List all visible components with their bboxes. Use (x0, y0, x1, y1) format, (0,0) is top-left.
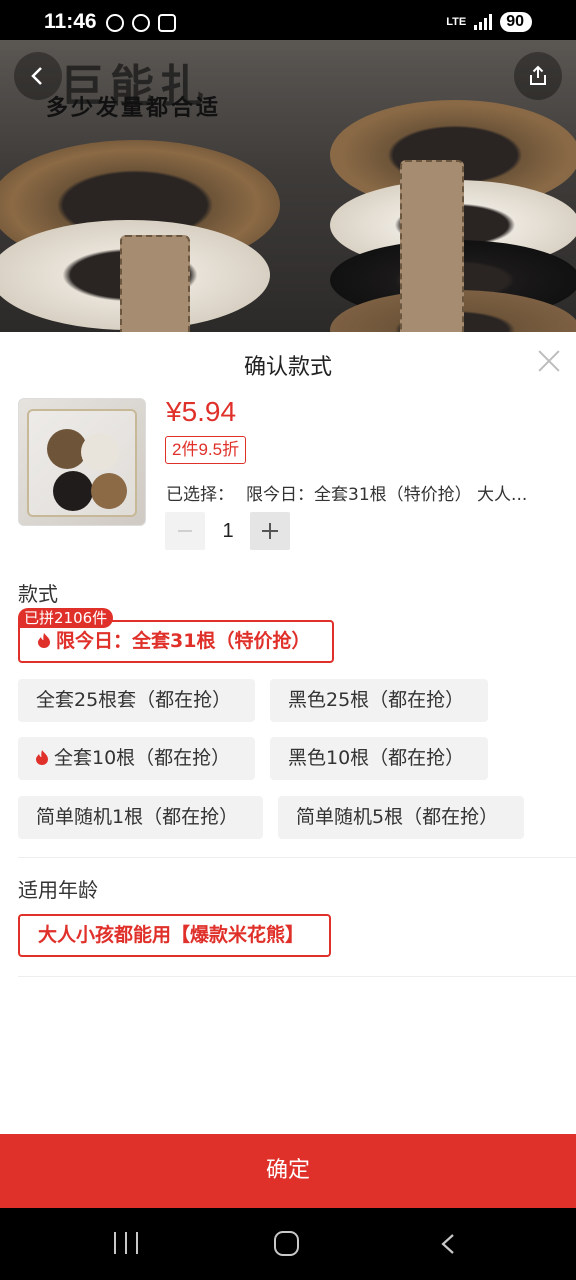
style-option-label: 全套10根（都在抢） (54, 747, 231, 769)
fire-icon (38, 633, 50, 648)
whatsapp-icon (106, 14, 124, 32)
minus-icon[interactable] (165, 512, 205, 550)
back-button[interactable] (14, 52, 62, 100)
style-option-label: 限今日：全套31根（特价抢） (56, 630, 311, 652)
discount-badge: 2件9.5折 (165, 436, 247, 464)
nav-home-icon[interactable] (274, 1231, 299, 1256)
style-option-4[interactable]: 全套10根（都在抢） (18, 737, 255, 780)
age-section-label: 适用年龄 (18, 878, 98, 902)
share-icon (530, 65, 546, 85)
age-option-label: 大人小孩都能用【爆款米花熊】 (38, 924, 305, 946)
divider (18, 976, 576, 977)
thumbnail-scrunchie (53, 471, 93, 511)
banner-subtitle: 多少发量都合适 (46, 96, 222, 121)
selected-value: 限今日：全套31根（特价抢） 大人... (246, 485, 528, 505)
selected-prefix: 已选择： (166, 485, 234, 505)
style-section-label: 款式 (18, 582, 58, 606)
style-option-label: 黑色10根（都在抢） (288, 747, 465, 769)
product-photo-tag (400, 160, 464, 332)
battery-level: 90 (500, 12, 532, 32)
notification-icons (106, 14, 176, 32)
sheet-title: 确认款式 (243, 355, 332, 380)
sold-count-badge: 已拼2106件 (18, 608, 114, 628)
age-option-1[interactable]: 大人小孩都能用【爆款米花熊】 (18, 914, 331, 957)
status-right: LTE 90 (446, 12, 532, 32)
network-type: LTE (446, 16, 467, 28)
style-option-6[interactable]: 简单随机1根（都在抢） (18, 796, 263, 839)
style-option-label: 简单随机1根（都在抢） (36, 806, 239, 828)
style-option-2[interactable]: 全套25根套（都在抢） (18, 679, 255, 722)
scan-icon (158, 14, 176, 32)
divider (18, 857, 576, 858)
product-photo-tag (120, 235, 190, 332)
product-banner: 巨能扎 多少发量都合适 (0, 40, 576, 332)
style-option-3[interactable]: 黑色25根（都在抢） (270, 679, 488, 722)
quantity-value[interactable]: 1 (207, 512, 249, 550)
back-icon (31, 67, 42, 85)
system-nav-bar (0, 1208, 576, 1280)
telegram-icon (132, 14, 150, 32)
product-thumbnail[interactable] (18, 398, 146, 526)
style-option-label: 全套25根套（都在抢） (36, 689, 232, 711)
product-price: ¥5.94 (166, 396, 237, 427)
fire-icon (36, 750, 48, 765)
plus-icon[interactable] (250, 512, 290, 550)
status-time: 11:46 (44, 10, 97, 33)
style-option-5[interactable]: 黑色10根（都在抢） (270, 737, 488, 780)
confirm-label: 确定 (265, 1158, 310, 1183)
style-option-7[interactable]: 简单随机5根（都在抢） (278, 796, 524, 839)
signal-icon (474, 14, 493, 30)
style-option-label: 黑色25根（都在抢） (288, 689, 465, 711)
confirm-button[interactable]: 确定 (0, 1134, 576, 1208)
thumbnail-scrunchie (81, 433, 119, 471)
nav-back-icon[interactable] (440, 1234, 456, 1254)
close-icon[interactable] (536, 348, 562, 374)
thumbnail-scrunchie (91, 473, 127, 509)
style-selection-sheet: 确认款式 ¥5.94 2件9.5折 已选择： 限今日：全套31根（特价抢） 大人.… (0, 332, 576, 1208)
nav-recent-icon[interactable] (114, 1232, 138, 1254)
share-button[interactable] (514, 52, 562, 100)
selected-summary: 已选择： 限今日：全套31根（特价抢） 大人... (166, 480, 556, 505)
style-option-label: 简单随机5根（都在抢） (296, 806, 499, 828)
